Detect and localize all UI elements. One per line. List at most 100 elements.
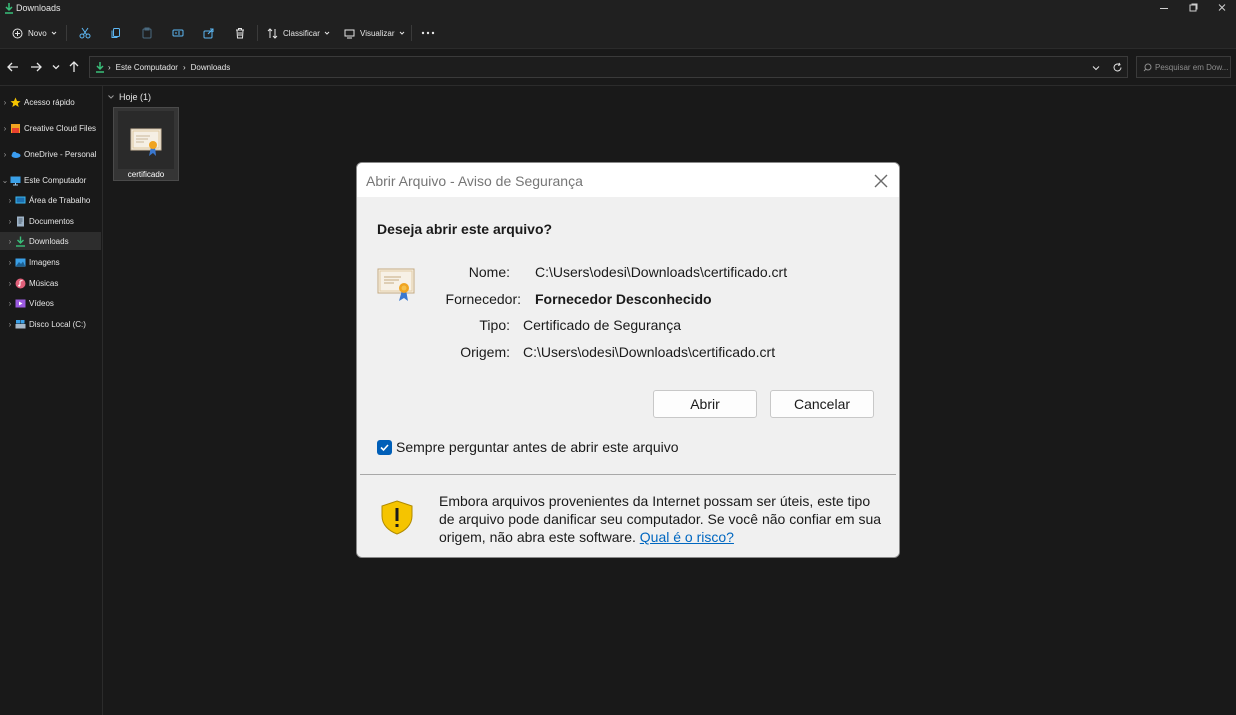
chevron-down-icon [108, 95, 114, 99]
recent-locations-button[interactable] [49, 60, 65, 76]
chevron-right-icon[interactable]: › [0, 150, 10, 159]
address-bar[interactable]: › Este Computador › Downloads [89, 56, 1128, 78]
more-icon [421, 31, 435, 35]
dialog-title: Abrir Arquivo - Aviso de Segurança [366, 173, 583, 189]
sidebar-item-label: Vídeos [29, 298, 54, 308]
rename-button[interactable] [172, 23, 184, 43]
chevron-down-icon[interactable] [1091, 63, 1101, 73]
risk-info-link[interactable]: Qual é o risco? [640, 529, 734, 545]
cancel-button[interactable]: Cancelar [770, 390, 874, 418]
sidebar-item-label: OneDrive - Personal [24, 149, 97, 159]
sidebar-item-label: Este Computador [24, 175, 87, 185]
share-button[interactable] [203, 23, 215, 43]
search-icon [1143, 63, 1152, 72]
chevron-right-icon[interactable]: › [0, 98, 10, 107]
more-options-button[interactable] [421, 23, 435, 43]
sidebar-item-onedrive[interactable]: › OneDrive - Personal [0, 145, 101, 163]
sidebar-item-label: Documentos [29, 216, 74, 226]
forward-button[interactable] [29, 60, 45, 76]
paste-icon [142, 27, 152, 39]
sidebar-item-downloads[interactable]: › Downloads [0, 232, 101, 250]
breadcrumb-este-computador[interactable]: Este Computador [116, 63, 178, 72]
sidebar-item-imagens[interactable]: › Imagens [0, 253, 101, 271]
sidebar-item-area-de-trabalho[interactable]: › Área de Trabalho [0, 191, 101, 209]
sidebar-item-acesso-rapido[interactable]: › Acesso rápido [0, 93, 101, 111]
security-warning-dialog: Abrir Arquivo - Aviso de Segurança Desej… [356, 162, 900, 558]
refresh-icon[interactable] [1112, 62, 1123, 73]
sidebar-item-label: Área de Trabalho [29, 195, 91, 205]
file-item-certificado[interactable]: certificado [113, 107, 179, 181]
sidebar-item-label: Creative Cloud Files [24, 123, 97, 133]
chevron-right-icon[interactable]: › [5, 320, 15, 329]
chevron-right-icon[interactable]: › [5, 237, 15, 246]
rename-icon [172, 29, 184, 37]
search-box[interactable]: Pesquisar em Dow... [1136, 56, 1231, 78]
new-button[interactable]: Novo [12, 23, 58, 43]
always-ask-checkbox-row[interactable]: Sempre perguntar antes de abrir este arq… [377, 439, 679, 455]
sidebar-item-musicas[interactable]: › Músicas [0, 274, 101, 292]
sidebar-item-documentos[interactable]: › Documentos [0, 212, 101, 230]
download-icon [5, 3, 13, 14]
chevron-right-icon[interactable]: › [5, 299, 15, 308]
close-icon [874, 174, 888, 188]
always-ask-checkbox[interactable] [377, 439, 392, 455]
sidebar-item-label: Acesso rápido [24, 97, 75, 107]
view-button[interactable]: Visualizar [344, 23, 406, 43]
chevron-right-icon[interactable]: › [5, 258, 15, 267]
view-button-label: Visualizar [360, 28, 395, 38]
videos-icon [15, 299, 26, 307]
chevron-right-icon[interactable]: › [0, 124, 10, 133]
toolbar-divider [66, 25, 67, 41]
command-bar: Novo Classificar Visualizar [0, 17, 1236, 49]
breadcrumb-downloads[interactable]: Downloads [191, 63, 231, 72]
chevron-down-icon[interactable]: ⌄ [0, 176, 10, 185]
sidebar-item-este-computador[interactable]: ⌄ Este Computador [0, 171, 101, 189]
chevron-right-icon[interactable]: › [5, 196, 15, 205]
maximize-button[interactable] [1178, 0, 1208, 17]
sort-button[interactable]: Classificar [267, 23, 331, 43]
share-icon [203, 28, 214, 39]
sidebar-item-disco-local[interactable]: › Disco Local (C:) [0, 315, 101, 333]
delete-button[interactable] [234, 23, 246, 43]
up-button[interactable] [67, 60, 83, 76]
breadcrumb: › Este Computador › Downloads [108, 63, 230, 72]
breadcrumb-separator: › [108, 63, 111, 72]
dialog-close-button[interactable] [870, 170, 892, 192]
sidebar-item-videos[interactable]: › Vídeos [0, 294, 101, 312]
music-icon [15, 278, 26, 288]
origin-label: Origem: [460, 344, 510, 360]
group-header-hoje[interactable]: Hoje (1) [107, 92, 151, 102]
star-icon [10, 97, 21, 107]
search-placeholder: Pesquisar em Dow... [1155, 63, 1229, 72]
onedrive-icon [11, 151, 21, 158]
sort-icon [267, 27, 278, 39]
sidebar-item-creative-cloud[interactable]: › Creative Cloud Files [0, 119, 101, 137]
sidebar-item-label: Disco Local (C:) [29, 319, 86, 329]
sidebar-item-label: Músicas [29, 278, 59, 288]
open-button[interactable]: Abrir [653, 390, 757, 418]
cut-button[interactable] [79, 23, 91, 43]
back-button[interactable] [6, 60, 22, 76]
chevron-down-icon [52, 65, 60, 70]
minimize-icon [1160, 8, 1168, 9]
restore-icon [1189, 3, 1198, 12]
copy-button[interactable] [110, 23, 122, 43]
drive-icon [15, 319, 26, 328]
download-icon [96, 62, 104, 73]
sort-button-label: Classificar [283, 28, 320, 38]
documents-icon [17, 216, 24, 226]
desktop-icon [15, 196, 26, 203]
publisher-value: Fornecedor Desconhecido [535, 291, 712, 307]
minimize-button[interactable] [1149, 0, 1179, 17]
breadcrumb-separator: › [182, 63, 186, 72]
computer-icon [10, 176, 21, 185]
paste-button[interactable] [141, 23, 153, 43]
chevron-right-icon[interactable]: › [5, 217, 15, 226]
navigation-pane: › Acesso rápido › Creative Cloud Files ›… [0, 86, 103, 715]
origin-value: C:\Users\odesi\Downloads\certificado.crt [523, 344, 776, 360]
close-window-button[interactable] [1207, 0, 1236, 17]
publisher-label: Fornecedor: [445, 291, 521, 307]
chevron-right-icon[interactable]: › [5, 279, 15, 288]
arrow-right-icon [31, 62, 42, 72]
toolbar-divider [411, 25, 412, 41]
